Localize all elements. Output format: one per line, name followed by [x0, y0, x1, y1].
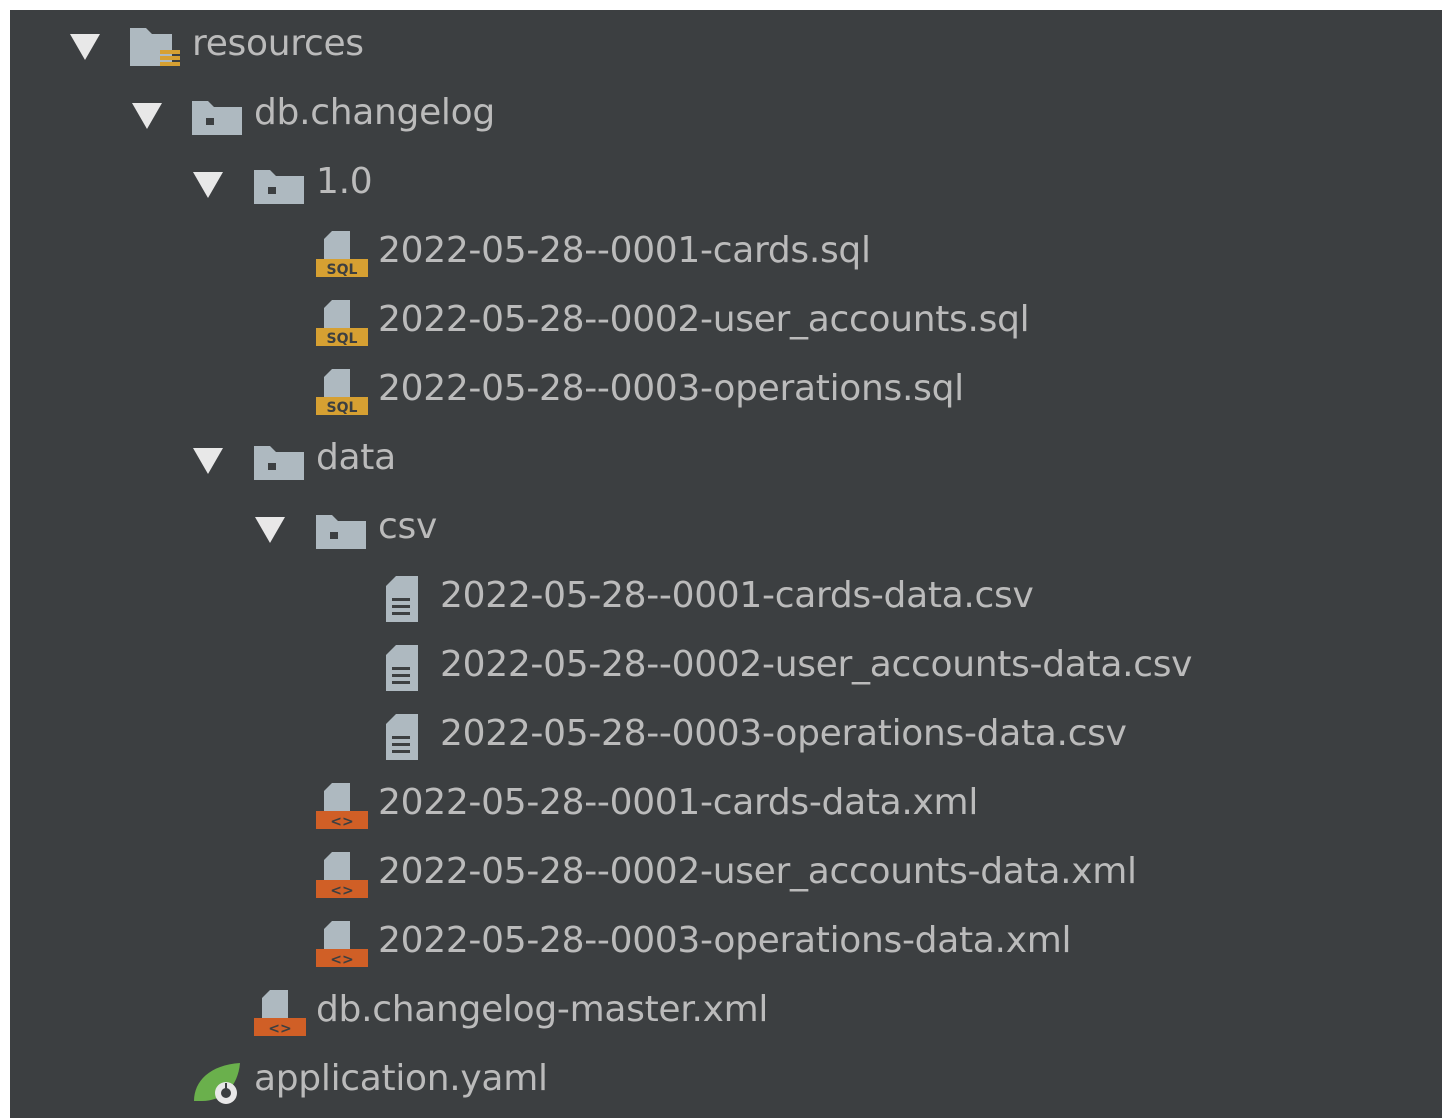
- tree-item-xml-file[interactable]: <> 2022-05-28--0003-operations-data.xml: [10, 907, 1442, 976]
- tree-item-label: 2022-05-28--0001-cards-data.xml: [378, 782, 979, 823]
- folder-icon: [252, 436, 308, 486]
- expand-arrow-icon[interactable]: [132, 103, 162, 129]
- svg-text:<>: <>: [330, 883, 353, 899]
- tree-item-1-0[interactable]: 1.0: [10, 148, 1442, 217]
- tree-item-sql-file[interactable]: SQL 2022-05-28--0002-user_accounts.sql: [10, 286, 1442, 355]
- tree-item-label: application.yaml: [254, 1058, 548, 1099]
- tree-item-csv-file[interactable]: 2022-05-28--0002-user_accounts-data.csv: [10, 631, 1442, 700]
- tree-item-label: csv: [378, 506, 437, 547]
- tree-item-resources[interactable]: resources: [10, 10, 1442, 79]
- folder-icon: [314, 505, 370, 555]
- tree-item-label: 1.0: [316, 161, 373, 202]
- tree-item-application-yaml[interactable]: application.yaml: [10, 1045, 1442, 1114]
- svg-text:SQL: SQL: [327, 262, 358, 278]
- tree-item-csv[interactable]: csv: [10, 493, 1442, 562]
- tree-item-label: resources: [192, 23, 364, 64]
- tree-item-label: db.changelog: [254, 92, 495, 133]
- expand-arrow-icon[interactable]: [193, 172, 223, 198]
- tree-item-db-changelog[interactable]: db.changelog: [10, 79, 1442, 148]
- sql-file-icon: SQL: [314, 298, 370, 348]
- tree-item-label: 2022-05-28--0003-operations.sql: [378, 368, 964, 409]
- svg-text:SQL: SQL: [327, 400, 358, 416]
- svg-text:<>: <>: [268, 1021, 291, 1037]
- tree-item-label: 2022-05-28--0001-cards.sql: [378, 230, 871, 271]
- tree-item-csv-file[interactable]: 2022-05-28--0001-cards-data.csv: [10, 562, 1442, 631]
- text-file-icon: [376, 643, 432, 693]
- folder-icon: [190, 91, 246, 141]
- tree-item-label: 2022-05-28--0003-operations-data.csv: [440, 713, 1127, 754]
- xml-file-icon: <>: [314, 781, 370, 831]
- svg-text:<>: <>: [330, 952, 353, 968]
- tree-item-label: 2022-05-28--0002-user_accounts-data.xml: [378, 851, 1137, 892]
- tree-item-sql-file[interactable]: SQL 2022-05-28--0001-cards.sql: [10, 217, 1442, 286]
- tree-item-xml-file[interactable]: <> 2022-05-28--0001-cards-data.xml: [10, 769, 1442, 838]
- tree-item-csv-file[interactable]: 2022-05-28--0003-operations-data.csv: [10, 700, 1442, 769]
- project-tree-panel: resources db.changelog 1.0 SQL 2022-05-2…: [10, 10, 1442, 1118]
- expand-arrow-icon[interactable]: [255, 517, 285, 543]
- tree-item-label: db.changelog-master.xml: [316, 989, 769, 1030]
- tree-item-label: 2022-05-28--0002-user_accounts.sql: [378, 299, 1030, 340]
- tree-item-data[interactable]: data: [10, 424, 1442, 493]
- tree-item-label: 2022-05-28--0002-user_accounts-data.csv: [440, 644, 1193, 685]
- sql-file-icon: SQL: [314, 229, 370, 279]
- svg-text:SQL: SQL: [327, 331, 358, 347]
- sql-file-icon: SQL: [314, 367, 370, 417]
- text-file-icon: [376, 574, 432, 624]
- expand-arrow-icon[interactable]: [70, 34, 100, 60]
- xml-file-icon: <>: [314, 850, 370, 900]
- tree-item-xml-file[interactable]: <> 2022-05-28--0002-user_accounts-data.x…: [10, 838, 1442, 907]
- expand-arrow-icon[interactable]: [193, 448, 223, 474]
- xml-file-icon: <>: [252, 988, 308, 1038]
- tree-item-sql-file[interactable]: SQL 2022-05-28--0003-operations.sql: [10, 355, 1442, 424]
- spring-config-icon: [190, 1057, 246, 1107]
- tree-item-label: 2022-05-28--0001-cards-data.csv: [440, 575, 1034, 616]
- text-file-icon: [376, 712, 432, 762]
- tree-item-changelog-master[interactable]: <> db.changelog-master.xml: [10, 976, 1442, 1045]
- tree-item-label: 2022-05-28--0003-operations-data.xml: [378, 920, 1072, 961]
- folder-icon: [252, 160, 308, 210]
- resources-folder-icon: [128, 22, 184, 72]
- svg-text:<>: <>: [330, 814, 353, 830]
- tree-item-label: data: [316, 437, 396, 478]
- xml-file-icon: <>: [314, 919, 370, 969]
